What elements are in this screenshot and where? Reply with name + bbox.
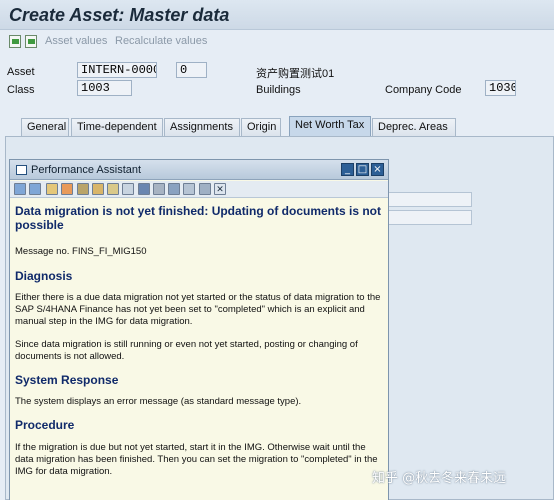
system-response-paragraph: The system displays an error message (as… (15, 396, 302, 407)
asset-values-button[interactable]: Asset values (45, 35, 107, 47)
background-field[interactable] (386, 192, 472, 207)
class-description: Buildings (256, 84, 301, 96)
asset-number-field[interactable]: INTERN-00001 (77, 62, 157, 78)
company-code-label: Company Code (385, 84, 462, 96)
minimize-button[interactable]: _ (341, 163, 354, 176)
context-icon[interactable] (61, 183, 73, 195)
home-icon[interactable] (46, 183, 58, 195)
display-icon[interactable] (138, 183, 150, 195)
system-response-heading: System Response (15, 373, 119, 387)
message-heading: Data migration is not yet finished: Upda… (15, 204, 382, 232)
settings-icon[interactable] (122, 183, 134, 195)
background-field[interactable] (386, 210, 472, 225)
tab-assignments[interactable]: Assignments (164, 118, 240, 136)
performance-assistant-window: Performance Assistant _ □ × ✕ Data migra… (9, 159, 389, 500)
next-object-icon[interactable] (25, 35, 37, 48)
forward-icon[interactable] (29, 183, 41, 195)
edit-icon[interactable] (92, 183, 104, 195)
tab-general[interactable]: General (21, 118, 69, 136)
assistant-toolbar: ✕ (10, 181, 388, 198)
tab-origin[interactable]: Origin (241, 118, 281, 136)
assistant-content: Data migration is not yet finished: Upda… (15, 204, 385, 478)
options-icon[interactable] (183, 183, 195, 195)
asset-label: Asset (7, 66, 35, 78)
asset-description: 资产购置测试01 (256, 68, 335, 80)
title-bar: Create Asset: Master data (0, 0, 554, 30)
watermark-text: 知乎 @秋去冬来春未远 (372, 471, 507, 486)
tab-net-worth-tax[interactable]: Net Worth Tax (289, 116, 371, 136)
asset-subnumber-field[interactable]: 0 (176, 62, 207, 78)
maximize-button[interactable]: □ (356, 163, 369, 176)
message-number: Message no. FINS_FI_MIG150 (15, 246, 147, 257)
page-title: Create Asset: Master data (9, 5, 230, 25)
diagnosis-paragraph-2: Since data migration is still running or… (15, 339, 358, 362)
previous-object-icon[interactable] (9, 35, 21, 48)
assistant-title: Performance Assistant (31, 164, 142, 176)
procedure-heading: Procedure (15, 418, 75, 432)
application-toolbar: Asset values Recalculate values (0, 31, 554, 53)
tab-time-dependent[interactable]: Time-dependent (71, 118, 163, 136)
class-field[interactable]: 1003 (77, 80, 132, 96)
close-button[interactable]: × (371, 163, 384, 176)
diagnosis-paragraph-1: Either there is a due data migration not… (15, 292, 381, 327)
class-label: Class (7, 84, 35, 96)
technical-info-icon[interactable] (77, 183, 89, 195)
help-icon[interactable] (168, 183, 180, 195)
close-icon[interactable]: ✕ (214, 183, 226, 195)
save-icon[interactable] (199, 183, 211, 195)
tab-strip: General Time-dependent Assignments Origi… (0, 116, 554, 136)
procedure-paragraph: If the migration is due but not yet star… (15, 442, 378, 477)
print-icon[interactable] (153, 183, 165, 195)
company-code-field[interactable]: 1030 (485, 80, 516, 96)
tab-deprec-areas[interactable]: Deprec. Areas (372, 118, 456, 136)
tool-icon[interactable] (107, 183, 119, 195)
diagnosis-heading: Diagnosis (15, 269, 73, 283)
assistant-title-bar[interactable]: Performance Assistant _ □ × (10, 160, 388, 180)
window-icon (16, 165, 27, 175)
back-icon[interactable] (14, 183, 26, 195)
recalculate-values-button[interactable]: Recalculate values (115, 35, 207, 47)
